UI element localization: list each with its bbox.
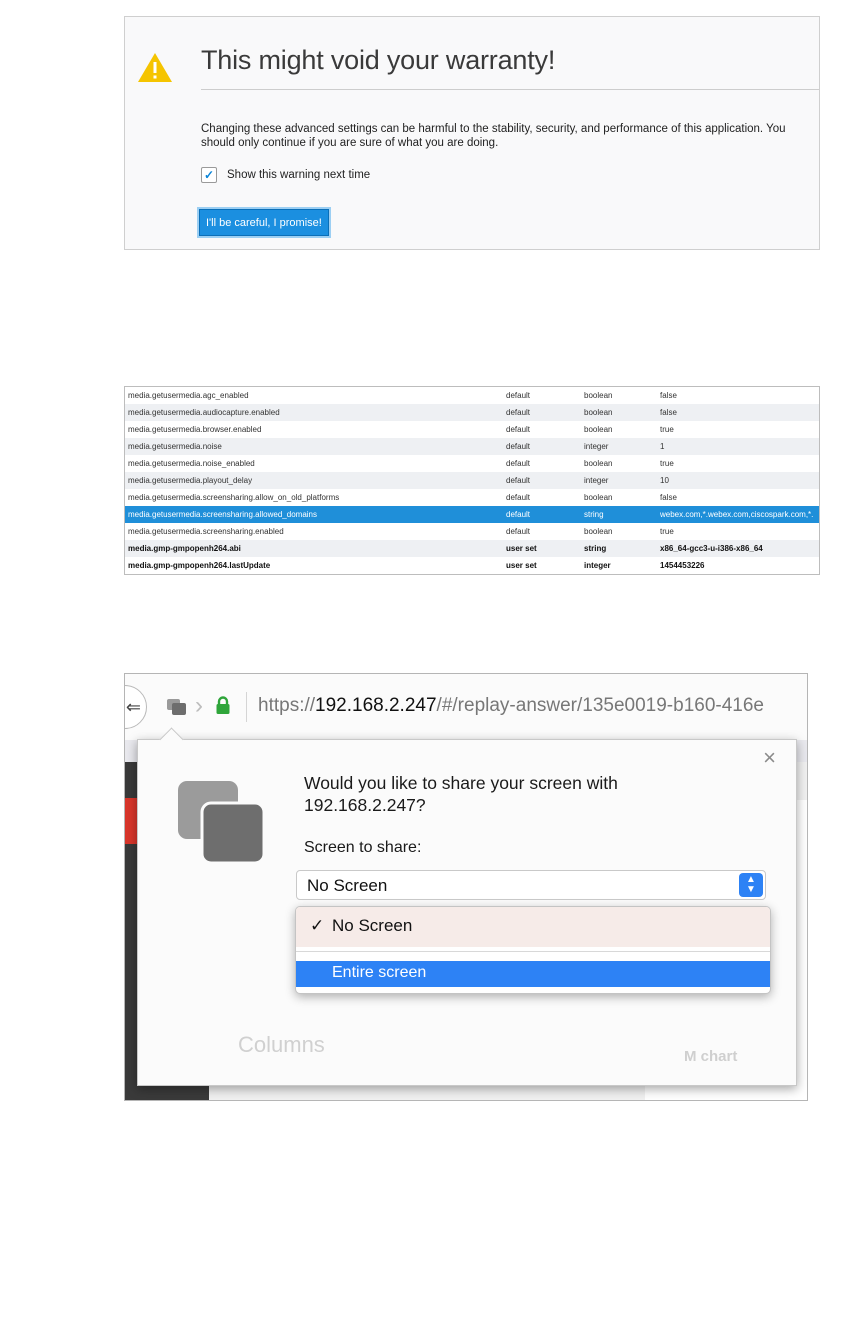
table-row-selected[interactable]: media.getusermedia.screensharing.allowed…: [125, 506, 819, 523]
url-bar[interactable]: ⇐ › https://192.168.2.247/#/replay-answe…: [125, 674, 807, 741]
pref-value: 1: [660, 442, 665, 451]
lock-icon[interactable]: [215, 696, 231, 715]
pref-type: boolean: [584, 527, 613, 536]
pref-value: false: [660, 493, 677, 502]
pref-value: false: [660, 408, 677, 417]
pref-status: default: [506, 510, 531, 519]
pref-status: default: [506, 476, 531, 485]
show-warning-checkbox[interactable]: ✓: [201, 167, 217, 183]
url-divider: [246, 692, 247, 722]
table-row[interactable]: media.getusermedia.audiocapture.enabled …: [125, 404, 819, 421]
show-warning-checkbox-row[interactable]: ✓ Show this warning next time: [201, 166, 370, 184]
pref-name: media.getusermedia.playout_delay: [128, 476, 253, 485]
pref-name: media.getusermedia.screensharing.allow_o…: [128, 493, 340, 502]
back-arrow-icon: ⇐: [125, 696, 141, 717]
screen-share-indicator-icon[interactable]: [166, 698, 188, 716]
pref-type: boolean: [584, 459, 613, 468]
screen-share-icon: [178, 781, 266, 865]
url-scheme: https://: [258, 695, 316, 716]
screen-select-menu: ✓ No Screen Entire screen: [295, 906, 771, 994]
pref-name: media.getusermedia.browser.enabled: [128, 425, 262, 434]
pref-type: integer: [584, 442, 609, 451]
pref-type: boolean: [584, 425, 613, 434]
back-button[interactable]: ⇐: [125, 685, 147, 729]
pref-value: false: [660, 391, 677, 400]
pref-status: default: [506, 408, 531, 417]
pref-type: integer: [584, 561, 611, 570]
preferences-table: media.getusermedia.agc_enabled default b…: [124, 386, 820, 575]
pref-value: 1454453226: [660, 561, 705, 570]
table-row[interactable]: media.getusermedia.playout_delay default…: [125, 472, 819, 489]
background-chart-text: M chart: [684, 1048, 738, 1065]
screen-select[interactable]: No Screen ▲ ▼: [296, 870, 766, 900]
table-row[interactable]: media.getusermedia.noise_enabled default…: [125, 455, 819, 472]
show-warning-label[interactable]: Show this warning next time: [227, 169, 370, 181]
pref-value: true: [660, 459, 674, 468]
pref-name: media.getusermedia.agc_enabled: [128, 391, 249, 400]
pref-name: media.getusermedia.audiocapture.enabled: [128, 408, 280, 417]
warning-title: This might void your warranty!: [201, 45, 556, 75]
close-icon[interactable]: ×: [763, 747, 776, 769]
warning-divider: [201, 89, 819, 90]
pref-status: default: [506, 391, 531, 400]
accept-risk-button[interactable]: I'll be careful, I promise!: [199, 209, 329, 236]
pref-name: media.getusermedia.noise_enabled: [128, 459, 255, 468]
pref-type: boolean: [584, 493, 613, 502]
menu-item-label: No Screen: [332, 916, 413, 935]
menu-item-no-screen[interactable]: ✓ No Screen: [296, 907, 770, 947]
pref-type: integer: [584, 476, 609, 485]
pref-name: media.getusermedia.screensharing.allowed…: [128, 510, 317, 519]
pref-status: default: [506, 442, 531, 451]
warning-icon: [138, 53, 172, 82]
pref-value: true: [660, 527, 674, 536]
share-question-text: Would you like to share your screen with…: [304, 773, 618, 815]
table-row[interactable]: media.gmp-gmpopenh264.lastUpdate user se…: [125, 557, 819, 574]
table-row[interactable]: media.gmp-gmpopenh264.abi user set strin…: [125, 540, 819, 557]
screen-to-share-label: Screen to share:: [304, 839, 422, 856]
pref-status: default: [506, 527, 531, 536]
checkmark-icon: ✓: [310, 916, 325, 935]
chevron-right-icon: ›: [195, 692, 203, 719]
url-field[interactable]: https://192.168.2.247/#/replay-answer/13…: [258, 695, 764, 717]
pref-value: x86_64-gcc3-u-i386-x86_64: [660, 544, 763, 553]
pref-name: media.gmp-gmpopenh264.abi: [128, 544, 241, 553]
pref-status: user set: [506, 544, 537, 553]
table-row[interactable]: media.getusermedia.agc_enabled default b…: [125, 387, 819, 404]
table-row[interactable]: media.getusermedia.screensharing.enabled…: [125, 523, 819, 540]
pref-name: media.getusermedia.noise: [128, 442, 222, 451]
share-screen-doorhanger: Columns M chart × Would you like to shar…: [137, 727, 797, 1086]
table-row[interactable]: media.getusermedia.browser.enabled defau…: [125, 421, 819, 438]
table-row[interactable]: media.getusermedia.screensharing.allow_o…: [125, 489, 819, 506]
url-host: 192.168.2.247: [315, 695, 437, 716]
pref-type: boolean: [584, 391, 613, 400]
pref-type: string: [584, 510, 604, 519]
pref-name: media.getusermedia.screensharing.enabled: [128, 527, 284, 536]
warning-body-text: Changing these advanced settings can be …: [201, 123, 786, 149]
pref-status: user set: [506, 561, 537, 570]
pref-type: string: [584, 544, 607, 553]
select-arrows-icon[interactable]: ▲ ▼: [739, 873, 763, 897]
pref-status: default: [506, 425, 531, 434]
background-columns-text: Columns: [238, 1032, 325, 1057]
pref-status: default: [506, 459, 531, 468]
screen-select-value: No Screen: [307, 876, 388, 895]
pref-status: default: [506, 493, 531, 502]
menu-item-entire-screen[interactable]: Entire screen: [296, 961, 770, 987]
menu-item-label: Entire screen: [332, 964, 427, 981]
screen-share-panel: ⇐ › https://192.168.2.247/#/replay-answe…: [124, 673, 808, 1101]
pref-value: 10: [660, 476, 669, 485]
menu-divider: [296, 951, 770, 952]
pref-name: media.gmp-gmpopenh264.lastUpdate: [128, 561, 271, 570]
pref-value: true: [660, 425, 674, 434]
warranty-warning-panel: This might void your warranty! Changing …: [124, 16, 820, 250]
url-path: /#/replay-answer/135e0019-b160-416e: [436, 695, 764, 716]
pref-value: webex.com,*.webex.com,ciscospark.com,*.: [660, 510, 814, 519]
table-row[interactable]: media.getusermedia.noise default integer…: [125, 438, 819, 455]
pref-type: boolean: [584, 408, 613, 417]
